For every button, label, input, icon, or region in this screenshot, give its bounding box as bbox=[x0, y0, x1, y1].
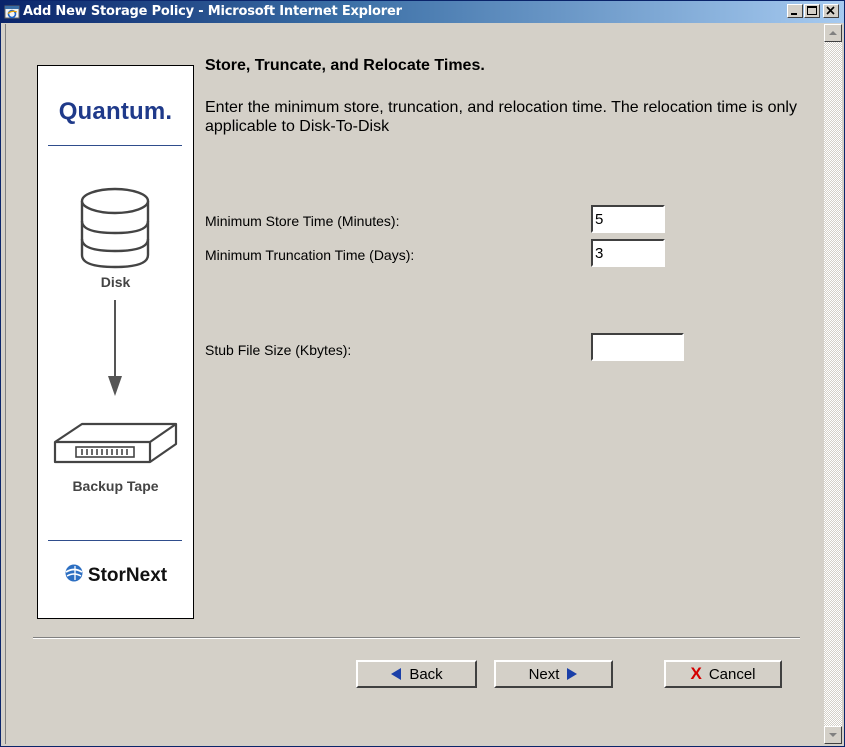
tape-icon bbox=[53, 422, 178, 464]
page-title: Store, Truncate, and Relocate Times. bbox=[205, 57, 485, 74]
min-truncation-input[interactable] bbox=[591, 239, 665, 267]
title-bar[interactable]: Add New Storage Policy - Microsoft Inter… bbox=[1, 1, 844, 23]
instructions-text: Enter the minimum store, truncation, and… bbox=[205, 99, 797, 135]
scroll-up-button[interactable] bbox=[824, 24, 842, 42]
chevron-down-icon bbox=[829, 733, 837, 737]
arrow-down-icon bbox=[108, 300, 122, 396]
next-button[interactable]: Next bbox=[494, 660, 613, 688]
min-store-input[interactable] bbox=[591, 205, 665, 233]
close-button[interactable] bbox=[823, 4, 839, 18]
sidebar-panel: Quantum. Disk Backup Tape StorNext bbox=[37, 65, 194, 619]
scroll-down-button[interactable] bbox=[824, 726, 842, 744]
min-store-label: Minimum Store Time (Minutes): bbox=[205, 213, 400, 229]
sidebar-divider bbox=[48, 540, 182, 541]
stub-size-input[interactable] bbox=[591, 333, 684, 361]
tape-label: Backup Tape bbox=[72, 478, 159, 494]
sidebar-divider bbox=[48, 145, 182, 146]
x-icon: X bbox=[690, 664, 702, 683]
stornext-label: StorNext bbox=[87, 565, 168, 586]
stornext-logo: StorNext bbox=[38, 563, 193, 587]
stub-size-label: Stub File Size (Kbytes): bbox=[205, 342, 352, 358]
browser-window: Add New Storage Policy - Microsoft Inter… bbox=[0, 0, 845, 747]
back-button[interactable]: Back bbox=[356, 660, 477, 688]
footer-divider bbox=[33, 637, 800, 639]
ie-icon bbox=[4, 4, 20, 20]
chevron-up-icon bbox=[829, 31, 837, 35]
arrow-right-icon bbox=[567, 668, 578, 680]
disk-icon bbox=[80, 187, 150, 269]
stornext-globe-icon bbox=[65, 564, 83, 582]
window-title: Add New Storage Policy - Microsoft Inter… bbox=[23, 4, 402, 19]
disk-label: Disk bbox=[100, 274, 131, 290]
cancel-label: Cancel bbox=[708, 665, 756, 683]
quantum-logo: Quantum. bbox=[58, 98, 173, 125]
vertical-scrollbar[interactable] bbox=[824, 24, 842, 744]
arrow-left-icon bbox=[391, 668, 402, 680]
minimize-button[interactable] bbox=[787, 4, 803, 18]
cancel-button[interactable]: X Cancel bbox=[664, 660, 782, 688]
back-label: Back bbox=[409, 665, 443, 683]
next-label: Next bbox=[528, 665, 560, 683]
min-truncation-label: Minimum Truncation Time (Days): bbox=[205, 247, 415, 263]
maximize-button[interactable] bbox=[804, 4, 820, 18]
